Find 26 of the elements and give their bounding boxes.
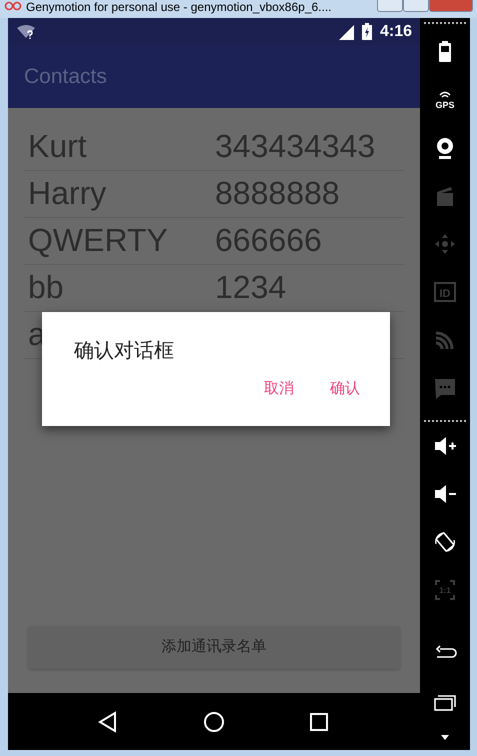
window-title: Genymotion for personal use - genymotion_vbox86p_6.... [26, 0, 332, 14]
minimize-button[interactable] [377, 0, 403, 12]
clock-time: 4:16 [380, 22, 412, 42]
contact-phone: 1234 [215, 268, 286, 307]
battery-charging-icon [362, 23, 372, 40]
contact-phone: 343434343 [215, 127, 376, 166]
maximize-button[interactable] [403, 0, 429, 12]
contact-name: QWERTY [28, 221, 169, 260]
volume-down-icon[interactable] [433, 482, 457, 506]
dialog-button[interactable]: 确认 [324, 374, 366, 404]
rotate-icon[interactable] [433, 530, 457, 554]
dialog-button[interactable]: 取消 [258, 374, 300, 404]
volume-up-icon[interactable] [433, 434, 457, 458]
wifi-icon [16, 24, 36, 40]
contact-name: Kurt [28, 127, 88, 166]
add-contact-button[interactable]: 添加通讯录名单 [28, 626, 400, 669]
contact-name: Harry [28, 174, 108, 213]
signal-icon [338, 24, 354, 40]
app-bar-title: Contacts [24, 64, 107, 90]
app-logo-icon [4, 0, 22, 12]
dialog-title: 确认对话框 [73, 339, 175, 364]
recents-icon[interactable] [308, 710, 330, 732]
contact-phone: 666666 [215, 221, 322, 260]
contact-name: bb [28, 268, 65, 307]
contact-phone: 8888888 [215, 174, 340, 213]
home-icon[interactable] [202, 710, 225, 732]
